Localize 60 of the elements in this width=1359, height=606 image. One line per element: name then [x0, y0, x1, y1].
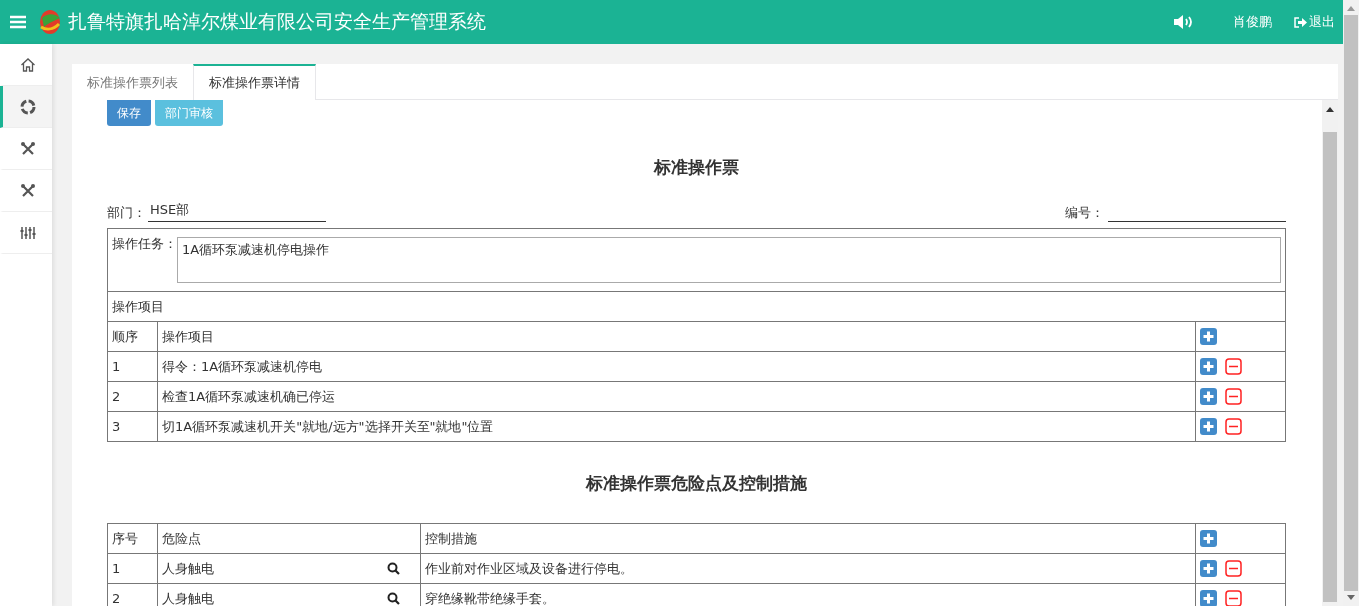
table-cell: 人身触电 [162, 559, 214, 578]
logout-link[interactable]: 退出 [1294, 13, 1335, 31]
scrollbar[interactable] [1322, 100, 1338, 606]
table-cell: 得令：1A循环泵减速机停电 [157, 351, 1196, 382]
form-title: 标准操作票 [652, 156, 740, 179]
tools-icon [19, 182, 36, 199]
table-cell: 切1A循环泵减速机开关"就地/远方"选择开关至"就地"位置 [157, 411, 1196, 442]
add-row-icon[interactable] [1200, 328, 1217, 345]
table-cell: 3 [107, 411, 158, 442]
table-cell: 1 [107, 351, 158, 382]
table-cell: 2 [107, 583, 158, 606]
column-header: 危险点 [157, 523, 421, 554]
table-cell: 1 [107, 553, 158, 584]
tools-icon [19, 140, 36, 157]
table-cell: 作业前对作业区域及设备进行停电。 [420, 553, 1196, 584]
add-row-icon[interactable] [1200, 388, 1217, 405]
lifebuoy-icon [19, 98, 36, 115]
speaker-icon[interactable] [1173, 15, 1193, 29]
remove-row-icon[interactable] [1225, 358, 1242, 375]
remove-row-icon[interactable] [1225, 388, 1242, 405]
sidebar-item[interactable] [0, 212, 52, 254]
remove-row-icon[interactable] [1225, 418, 1242, 435]
department-field[interactable]: HSE部 [148, 201, 326, 222]
column-header: 顺序 [107, 321, 158, 352]
add-row-icon[interactable] [1200, 590, 1217, 606]
home-icon [19, 56, 36, 73]
sidebar-item[interactable] [0, 44, 52, 86]
search-icon[interactable] [387, 562, 400, 575]
sidebar-item[interactable] [0, 86, 52, 128]
table-cell: 人身触电 [162, 589, 214, 606]
section-header: 操作项目 [107, 291, 1286, 322]
column-header: 序号 [107, 523, 158, 554]
logout-icon[interactable] [1294, 16, 1307, 28]
search-icon[interactable] [387, 592, 400, 605]
remove-row-icon[interactable] [1225, 560, 1242, 577]
task-textarea[interactable]: 1A循环泵减速机停电操作 [177, 237, 1281, 283]
task-label: 操作任务： [112, 235, 177, 253]
logo-icon [38, 9, 62, 35]
scroll-down-icon[interactable] [1347, 595, 1355, 600]
sidebar-item[interactable] [0, 128, 52, 170]
save-button[interactable]: 保存 [107, 100, 151, 126]
column-header: 控制措施 [420, 523, 1196, 554]
add-row-icon[interactable] [1200, 358, 1217, 375]
add-row-icon[interactable] [1200, 530, 1217, 547]
table-cell: 检查1A循环泵减速机确已停运 [157, 381, 1196, 412]
add-row-icon[interactable] [1200, 560, 1217, 577]
menu-icon[interactable] [10, 15, 26, 29]
scroll-up-icon[interactable] [1326, 107, 1334, 112]
table-cell: 2 [107, 381, 158, 412]
add-row-icon[interactable] [1200, 418, 1217, 435]
user-name[interactable]: 肖俊鹏 [1233, 13, 1272, 31]
app-title: 扎鲁特旗扎哈淖尔煤业有限公司安全生产管理系统 [68, 9, 487, 34]
field-label: 编号： [1065, 204, 1104, 222]
field-label: 部门： [107, 204, 146, 222]
tab[interactable]: 标准操作票详情 [193, 64, 316, 100]
remove-row-icon[interactable] [1225, 590, 1242, 606]
column-header: 操作项目 [157, 321, 1196, 352]
section-title: 标准操作票危险点及控制措施 [584, 472, 808, 495]
sliders-icon [19, 224, 36, 241]
sidebar-item[interactable] [0, 170, 52, 212]
